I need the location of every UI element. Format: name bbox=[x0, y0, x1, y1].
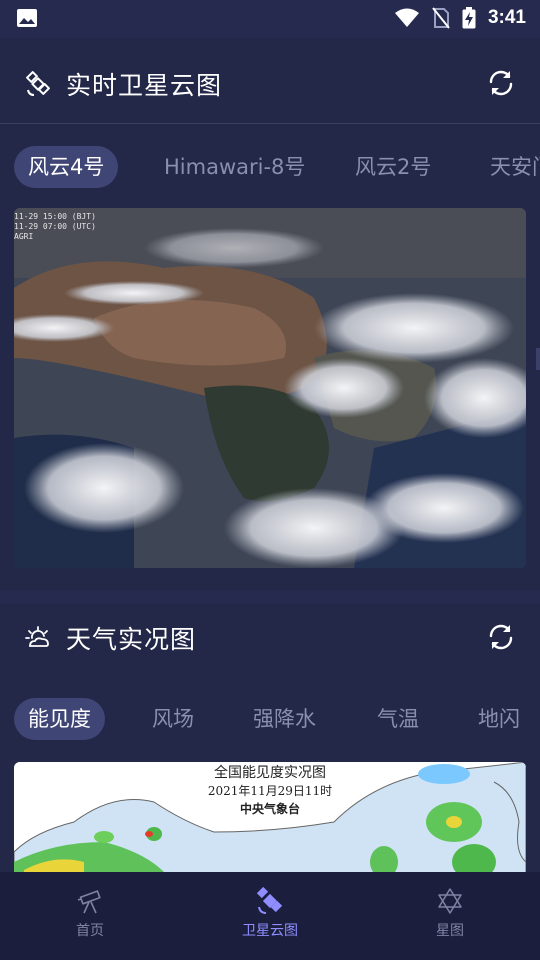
tab-temperature[interactable]: 气温 bbox=[377, 698, 419, 740]
tab-himawari-8[interactable]: Himawari-8号 bbox=[164, 146, 305, 188]
nav-item-star-map[interactable]: 星图 bbox=[360, 886, 540, 940]
weather-section-header: 天气实况图 bbox=[0, 604, 540, 690]
no-sim-icon bbox=[432, 7, 450, 29]
satellite-icon bbox=[256, 886, 283, 914]
satellite-section: 实时卫星云图 风云4号 Himawari-8号 风云2号 天安门 bbox=[0, 38, 540, 590]
visibility-map-source: 中央气象台 bbox=[239, 802, 300, 816]
weather-tabs: 能见度 风场 强降水 气温 地闪 bbox=[0, 698, 540, 742]
tab-fengyun-2[interactable]: 风云2号 bbox=[355, 146, 431, 188]
telescope-icon bbox=[77, 890, 101, 914]
refresh-icon[interactable] bbox=[486, 622, 516, 652]
tab-wind-field[interactable]: 风场 bbox=[152, 698, 194, 740]
timestamp-utc: 11-29 07:00 (UTC) bbox=[14, 222, 96, 231]
weather-section: 天气实况图 能见度 风场 强降水 气温 地闪 全国能见度实况图 2021年11月… bbox=[0, 604, 540, 882]
visibility-map-image[interactable]: 全国能见度实况图 2021年11月29日11时 中央气象台 bbox=[14, 762, 526, 882]
weather-section-title: 天气实况图 bbox=[66, 625, 197, 654]
nav-label-star-map: 星图 bbox=[436, 923, 464, 939]
satellite-section-title: 实时卫星云图 bbox=[66, 71, 223, 100]
nav-label-satellite: 卫星云图 bbox=[242, 923, 298, 939]
nav-item-satellite[interactable]: 卫星云图 bbox=[180, 886, 360, 940]
timestamp-bjt: 11-29 15:00 (BJT) bbox=[14, 212, 96, 221]
satellite-outline-icon bbox=[26, 71, 50, 96]
nav-label-home: 首页 bbox=[76, 923, 104, 939]
scroll-indicator bbox=[536, 348, 540, 370]
satellite-image-timestamp: 11-29 15:00 (BJT) 11-29 07:00 (UTC) AGRI bbox=[14, 212, 96, 242]
battery-charging-icon bbox=[462, 7, 476, 29]
nav-item-home[interactable]: 首页 bbox=[0, 886, 180, 940]
tab-fengyun-4[interactable]: 风云4号 bbox=[14, 146, 119, 188]
status-icons: 3:41 bbox=[394, 6, 526, 30]
visibility-map-title: 全国能见度实况图 bbox=[214, 765, 326, 781]
refresh-icon[interactable] bbox=[486, 68, 516, 98]
tab-tiananmen[interactable]: 天安门 bbox=[490, 146, 540, 188]
satellite-image-graphic bbox=[14, 208, 526, 568]
satellite-cloud-image[interactable]: 11-29 15:00 (BJT) 11-29 07:00 (UTC) AGRI bbox=[14, 208, 526, 568]
visibility-map-date: 2021年11月29日11时 bbox=[207, 784, 333, 798]
status-time: 3:41 bbox=[487, 7, 526, 28]
timestamp-instrument: AGRI bbox=[14, 232, 34, 241]
tab-lightning[interactable]: 地闪 bbox=[478, 698, 520, 740]
star-of-david-icon bbox=[438, 888, 462, 914]
section-divider bbox=[0, 123, 540, 124]
tab-visibility[interactable]: 能见度 bbox=[14, 698, 105, 740]
bottom-navigation: 首页 卫星云图 星图 bbox=[0, 872, 540, 960]
tab-heavy-precipitation[interactable]: 强降水 bbox=[253, 698, 316, 740]
image-notification-icon bbox=[17, 9, 37, 27]
status-bar: 3:41 bbox=[0, 0, 540, 38]
wifi-icon bbox=[394, 8, 419, 27]
sun-cloud-icon bbox=[25, 626, 49, 647]
satellite-tabs: 风云4号 Himawari-8号 风云2号 天安门 bbox=[0, 146, 540, 190]
satellite-section-header: 实时卫星云图 bbox=[0, 38, 540, 124]
